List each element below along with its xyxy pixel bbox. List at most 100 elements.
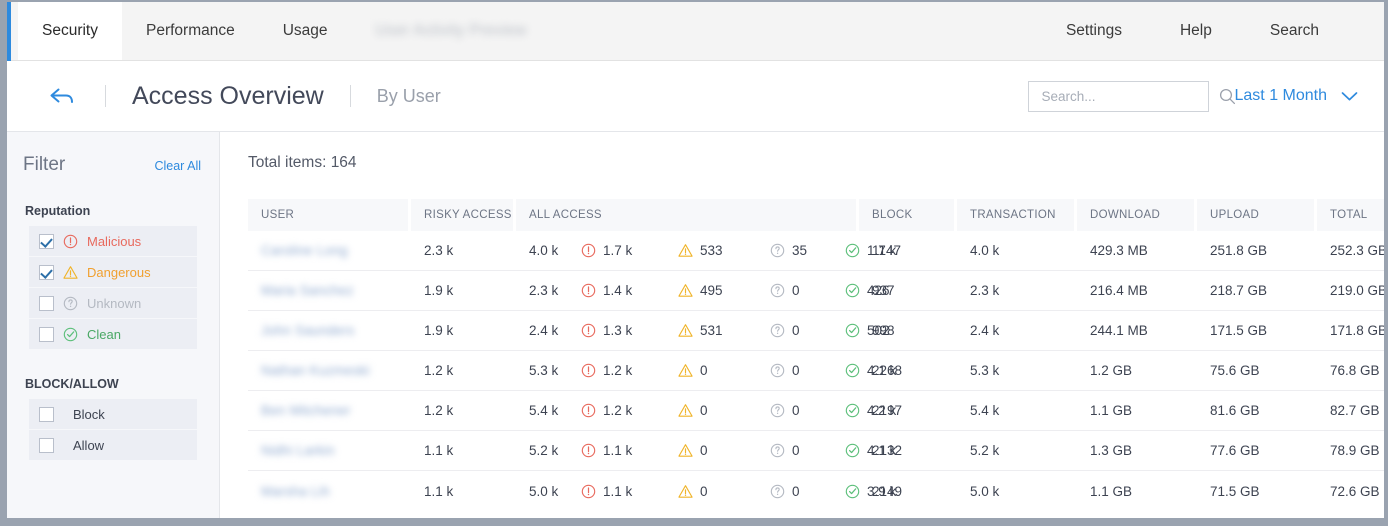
table-row[interactable]: Nidhi Larkin 1.1 k 5.2 k 1.1 k 0 0 4.1 k 2132 5.… (248, 431, 1384, 471)
cell-total: 252.3 GB (1317, 231, 1384, 271)
search-input[interactable] (1041, 88, 1219, 104)
all-access-unknown-value: 0 (792, 483, 800, 499)
table-row[interactable]: Maria Sanchez 1.9 k 2.3 k 1.4 k 495 0 426 937 2.… (248, 271, 1384, 311)
filter-list: Block Allow (7, 399, 219, 460)
checkbox[interactable] (39, 233, 54, 249)
filter-group-label: Reputation (25, 204, 91, 218)
column-header-total[interactable]: TOTAL (1317, 199, 1384, 231)
breadcrumb-divider-2 (349, 85, 351, 107)
all-access-unknown: 0 (770, 484, 845, 499)
tab-security[interactable]: Security (18, 2, 122, 60)
all-access-unknown-value: 0 (792, 443, 800, 458)
all-access-malicious: 1.4 k (581, 283, 678, 298)
tab-user-activity-preview[interactable]: User Activity Preview (352, 2, 551, 60)
all-access-dangerous-value: 0 (700, 443, 708, 458)
arrow-left-icon (50, 88, 73, 103)
table-row[interactable]: John Saunders 1.9 k 2.4 k 1.3 k 531 0 502 998 2.… (248, 311, 1384, 351)
checkbox[interactable] (39, 295, 54, 311)
table-row[interactable]: Nathan Kuzmeski 1.2 k 5.3 k 1.2 k 0 0 4.1 k 226… (248, 351, 1384, 391)
utility-tabs: Settings Help Search (1037, 2, 1384, 60)
all-access-total: 5.2 k (529, 443, 559, 458)
warning-triangle-icon (678, 363, 693, 378)
tab-performance[interactable]: Performance (122, 2, 259, 60)
column-header-upload[interactable]: UPLOAD (1197, 199, 1317, 231)
clear-all-link[interactable]: Clear All (154, 159, 201, 173)
tab-label: Help (1179, 22, 1212, 39)
cell-download: 1.1 GB (1077, 391, 1197, 431)
question-circle-icon (770, 403, 785, 418)
column-header-user[interactable]: USER (248, 199, 411, 231)
cell-user[interactable]: Nathan Kuzmeski (248, 351, 411, 391)
column-header-download[interactable]: DOWNLOAD (1077, 199, 1197, 231)
table-row[interactable]: Ben Mitchener 1.2 k 5.4 k 1.2 k 0 0 4.2 k 2197 5… (248, 391, 1384, 431)
all-access-breakdown: 5.4 k 1.2 k 0 0 4.2 k (529, 403, 896, 418)
checkbox[interactable] (39, 406, 54, 422)
all-access-unknown-value: 0 (792, 363, 800, 378)
all-access-breakdown: 5.2 k 1.1 k 0 0 4.1 k (529, 443, 896, 458)
all-access-malicious-value: 1.2 k (603, 363, 633, 378)
filter-item-dangerous[interactable]: Dangerous (29, 257, 197, 287)
cell-user[interactable]: Maria Sanchez (248, 271, 411, 311)
filter-title: Filter (23, 154, 66, 175)
all-access-malicious: 1.3 k (581, 323, 678, 338)
table-row[interactable]: Marsha Lih 1.1 k 5.0 k 1.1 k 0 0 3.9 k 2149 5.0 … (248, 471, 1384, 511)
header-actions: Last 1 Month (1027, 80, 1365, 112)
cell-user[interactable]: John Saunders (248, 311, 411, 351)
column-header-risky-access[interactable]: RISKY ACCESS (411, 199, 516, 231)
cell-all-access: 2.3 k 1.4 k 495 0 426 (516, 271, 890, 311)
cell-transaction: 2.3 k (957, 271, 1077, 311)
all-access-unknown: 35 (770, 243, 845, 258)
cell-risky-access: 1.2 k (411, 351, 516, 391)
user-name: John Saunders (261, 323, 355, 338)
table-row[interactable]: Caroline Long 2.3 k 4.0 k 1.7 k 533 35 1.7 k 11… (248, 231, 1384, 271)
all-access-dangerous: 0 (678, 484, 770, 499)
checkbox[interactable] (39, 326, 54, 342)
all-access-total: 2.3 k (529, 283, 559, 298)
column-header-transaction[interactable]: TRANSACTION (957, 199, 1077, 231)
column-header-block[interactable]: BLOCK (859, 199, 957, 231)
all-access-dangerous-value: 0 (700, 403, 708, 418)
accent-bar (7, 2, 11, 61)
cell-user[interactable]: Nidhi Larkin (248, 431, 411, 471)
warning-triangle-icon (678, 283, 693, 298)
cell-upload: 81.6 GB (1197, 391, 1317, 431)
all-access-malicious: 1.1 k (581, 484, 678, 499)
tab-settings[interactable]: Settings (1037, 2, 1151, 60)
all-access-unknown: 0 (770, 323, 845, 338)
tab-search[interactable]: Search (1241, 2, 1348, 60)
all-access-dangerous-value: 0 (700, 483, 708, 499)
all-access-dangerous: 0 (678, 363, 770, 378)
tab-usage[interactable]: Usage (259, 2, 352, 60)
filter-item-allow[interactable]: Allow (29, 430, 197, 460)
all-access-malicious-value: 1.3 k (603, 323, 633, 338)
filter-item-clean[interactable]: Clean (29, 319, 197, 349)
check-circle-icon (845, 243, 860, 258)
cell-transaction: 5.3 k (957, 351, 1077, 391)
filter-item-malicious[interactable]: Malicious (29, 226, 197, 256)
warning-triangle-icon (678, 443, 693, 458)
filter-groups: Reputation Malicious Dangerous Unknown Clean… (7, 204, 219, 460)
all-access-malicious: 1.7 k (581, 243, 678, 258)
all-access-dangerous-value: 0 (700, 363, 708, 378)
checkbox[interactable] (39, 264, 54, 280)
cell-risky-access: 1.9 k (411, 271, 516, 311)
cell-user[interactable]: Ben Mitchener (248, 391, 411, 431)
filter-item-unknown[interactable]: Unknown (29, 288, 197, 318)
cell-download: 244.1 MB (1077, 311, 1197, 351)
tab-help[interactable]: Help (1151, 2, 1241, 60)
filter-list: Malicious Dangerous Unknown Clean (7, 226, 219, 349)
filter-item-block[interactable]: Block (29, 399, 197, 429)
column-header-all-access[interactable]: ALL ACCESS (516, 199, 859, 231)
tab-label: User Activity Preview (375, 22, 527, 39)
tab-label: Security (42, 22, 98, 39)
cell-user[interactable]: Caroline Long (248, 231, 411, 271)
all-access-total: 5.4 k (529, 403, 559, 418)
alert-circle-icon (581, 484, 596, 499)
back-button[interactable] (45, 79, 79, 113)
cell-total: 72.6 GB (1330, 483, 1380, 499)
cell-user[interactable]: Marsha Lih (248, 471, 411, 511)
search-box[interactable] (1027, 80, 1235, 112)
cell-all-access: 5.0 k 1.1 k 0 0 3.9 k (516, 471, 896, 511)
date-range-selector[interactable]: Last 1 Month (1235, 87, 1365, 105)
checkbox[interactable] (39, 437, 54, 453)
